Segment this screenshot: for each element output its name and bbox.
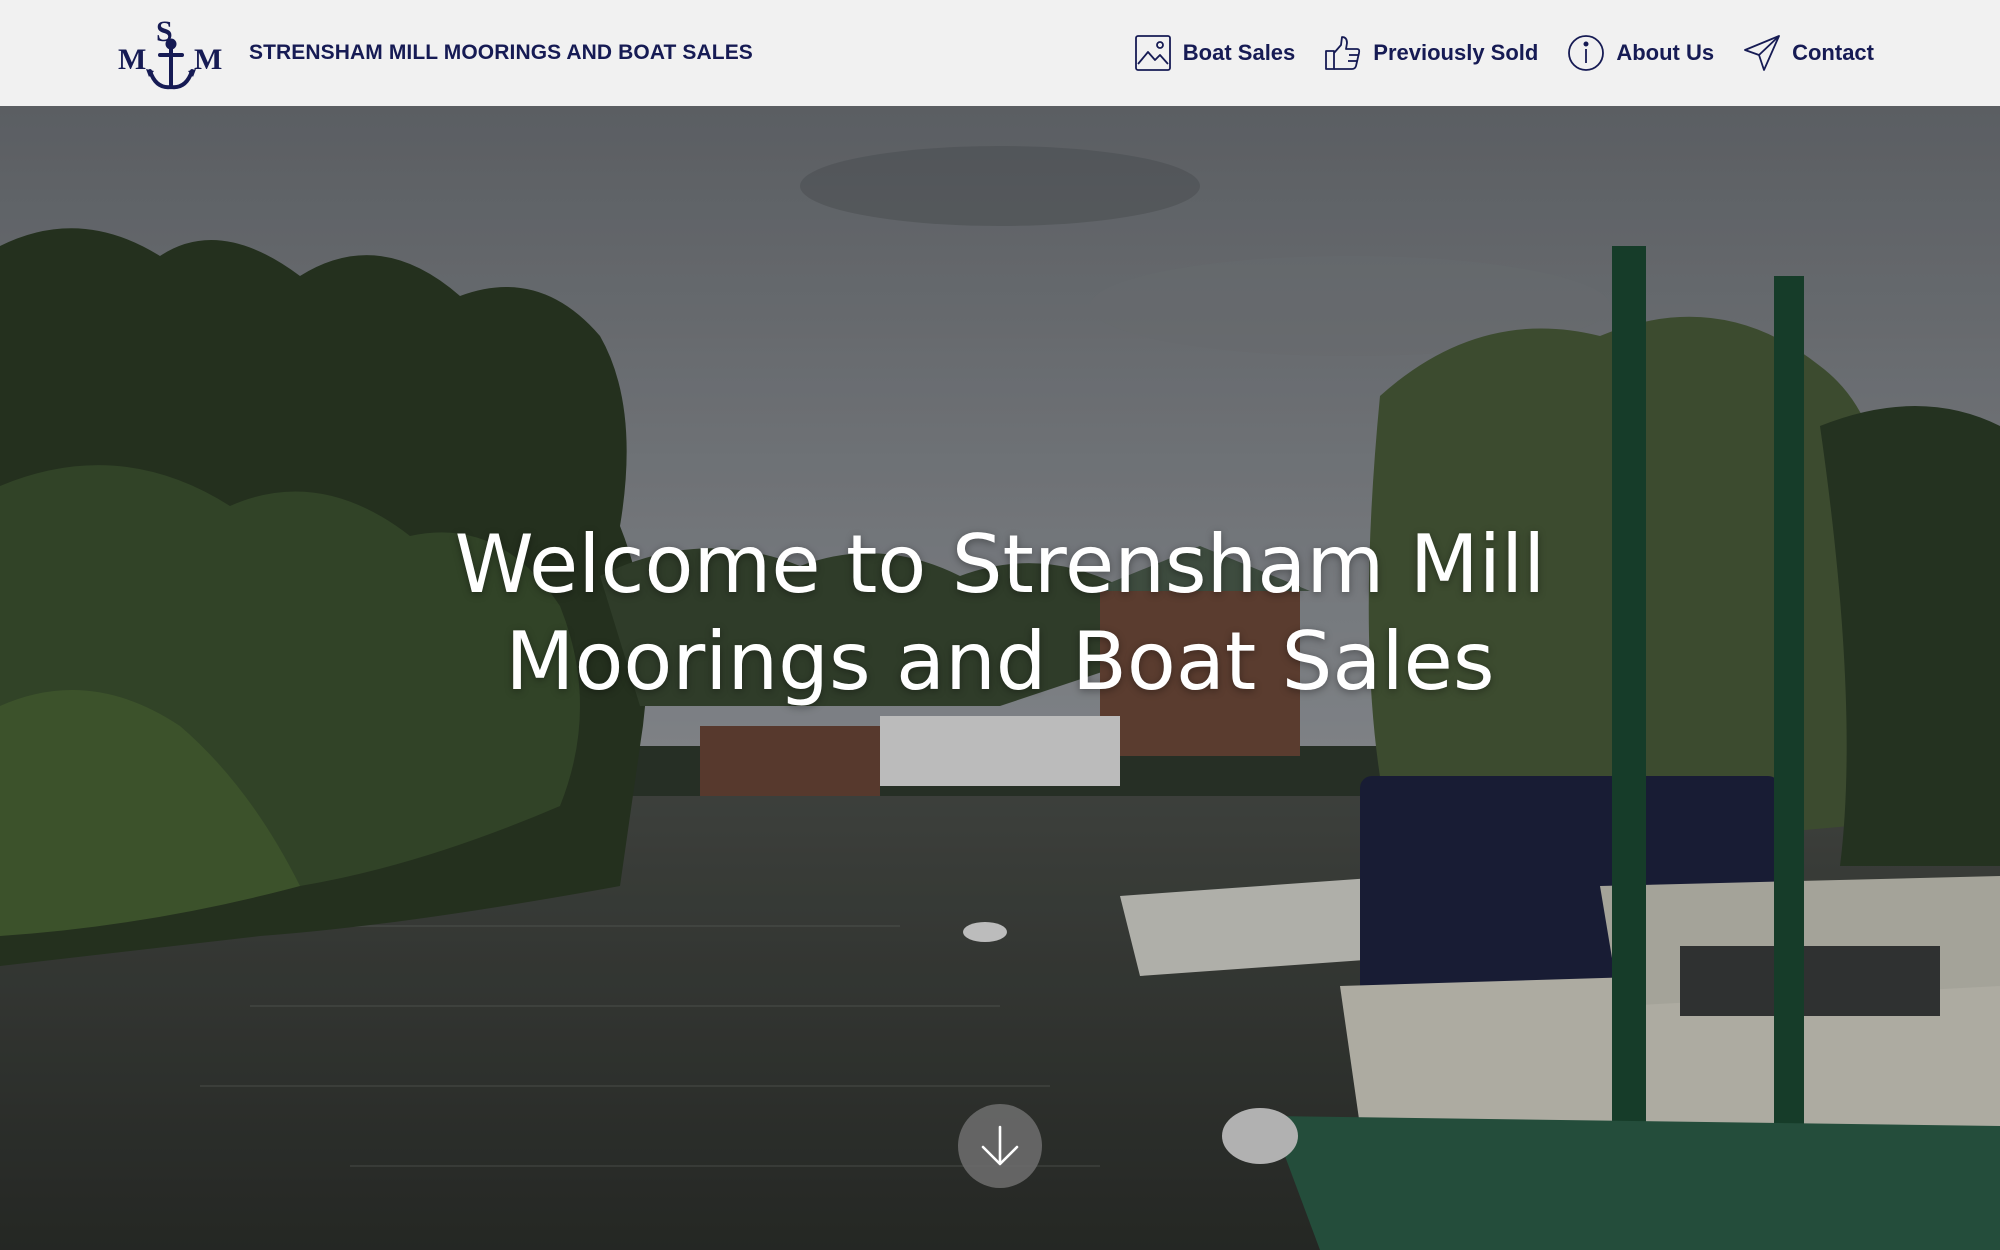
anchor-logo-icon: M M S [118, 15, 222, 90]
nav-about-us-label: About Us [1616, 40, 1715, 65]
site-header: M M S STRENSHAM MILL MOORINGS AND BOAT S… [0, 0, 2000, 106]
svg-text:M: M [194, 43, 222, 76]
hero-heading-line2: Moorings and Boat Sales [505, 615, 1495, 708]
arrow-down-icon [981, 1125, 1019, 1166]
nav-previously-sold-label: Previously Sold [1373, 40, 1539, 65]
hero-section: Welcome to Strensham Mill Moorings and B… [0, 106, 2000, 1250]
nav-boat-sales[interactable]: Boat Sales [1133, 33, 1296, 73]
hero-heading-line1: Welcome to Strensham Mill [454, 518, 1546, 611]
nav-previously-sold[interactable]: Previously Sold [1323, 33, 1538, 73]
nav-contact[interactable]: Contact [1742, 33, 1874, 73]
image-icon [1133, 33, 1173, 73]
nav-boat-sales-label: Boat Sales [1182, 40, 1296, 65]
info-icon [1566, 33, 1606, 73]
nav-about-us[interactable]: About Us [1566, 33, 1714, 73]
svg-text:M: M [118, 43, 146, 76]
scroll-down-button[interactable] [958, 1104, 1042, 1188]
main-nav: Boat Sales Previously Sold About Us Cont… [1133, 0, 1874, 106]
nav-contact-label: Contact [1792, 40, 1874, 65]
site-logo[interactable]: M M S [116, 10, 226, 96]
site-title[interactable]: STRENSHAM MILL MOORINGS AND BOAT SALES [249, 41, 753, 65]
thumbs-up-icon [1323, 33, 1363, 73]
hero-heading: Welcome to Strensham Mill Moorings and B… [400, 516, 1600, 710]
send-icon [1742, 33, 1782, 73]
